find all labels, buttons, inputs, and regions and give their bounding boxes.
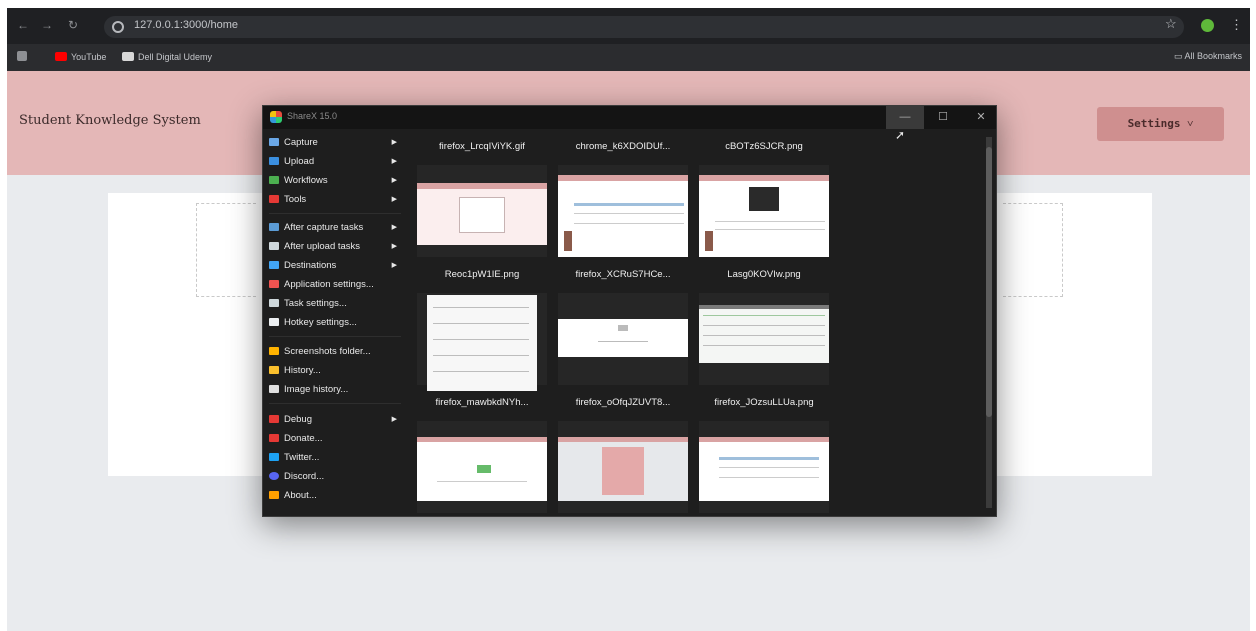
- screen: ← → ↻ 127.0.0.1:3000/home ☆ ⋮ YouTube De…: [7, 8, 1250, 631]
- sharex-title: ShareX 15.0: [287, 111, 338, 121]
- app-brand: Student Knowledge System: [19, 113, 201, 128]
- thumbnail-tile[interactable]: Reoc1pW1IE.png: [415, 263, 549, 391]
- bookmarks-bar: YouTube Dell Digital Udemy ▭ All Bookmar…: [7, 44, 1250, 71]
- thumbnail-image: [417, 421, 547, 513]
- debug-icon: [269, 415, 279, 423]
- back-icon[interactable]: ←: [15, 17, 31, 33]
- menu-item-discord[interactable]: Discord...: [269, 468, 407, 486]
- thumbnail-tile[interactable]: firefox_mawbkdNYh...: [415, 391, 549, 519]
- site-info-icon[interactable]: [112, 21, 124, 33]
- url-text: 127.0.0.1:3000/home: [134, 19, 238, 31]
- menu-separator: [269, 403, 401, 404]
- bookmark-youtube[interactable]: YouTube: [55, 51, 106, 63]
- minimize-button[interactable]: —: [886, 106, 924, 129]
- tools-icon: [269, 195, 279, 203]
- close-button[interactable]: ✕: [962, 106, 1000, 129]
- after-capture-icon: [269, 223, 279, 231]
- menu-item-after-capture-tasks[interactable]: After capture tasks ▶: [269, 219, 407, 237]
- submenu-arrow-icon: ▶: [391, 139, 397, 146]
- submenu-arrow-icon: ▶: [391, 224, 397, 231]
- maximize-button[interactable]: ☐: [924, 106, 962, 129]
- thumbnail-image: [558, 421, 688, 513]
- thumbnail-tile[interactable]: cBOTz6SJCR.png: [697, 135, 831, 263]
- menu-item-task-settings[interactable]: Task settings...: [269, 295, 407, 313]
- about-icon: [269, 491, 279, 499]
- bookmark-dell-udemy[interactable]: Dell Digital Udemy: [122, 51, 212, 63]
- thumbnail-tile[interactable]: firefox_XCRuS7HCe...: [556, 263, 690, 391]
- donate-icon: [269, 434, 279, 442]
- menu-item-about[interactable]: About...: [269, 487, 407, 505]
- upload-icon: [269, 157, 279, 165]
- reload-icon[interactable]: ↻: [65, 17, 81, 33]
- submenu-arrow-icon: ▶: [391, 158, 397, 165]
- thumbnail-tile[interactable]: Lasg0KOVIw.png: [697, 263, 831, 391]
- submenu-arrow-icon: ▶: [391, 177, 397, 184]
- menu-item-destinations[interactable]: Destinations ▶: [269, 257, 407, 275]
- after-upload-icon: [269, 242, 279, 250]
- menu-separator: [269, 213, 401, 214]
- history-icon: [269, 366, 279, 374]
- menu-item-screenshots-folder[interactable]: Screenshots folder...: [269, 343, 407, 361]
- submenu-arrow-icon: ▶: [391, 416, 397, 423]
- hotkey-settings-icon: [269, 318, 279, 326]
- menu-item-twitter[interactable]: Twitter...: [269, 449, 407, 467]
- thumbnail-image: [699, 293, 829, 385]
- thumbnail-tile[interactable]: firefox_oOfqJZUVT8...: [556, 391, 690, 519]
- profile-avatar[interactable]: [1201, 19, 1214, 32]
- folder-icon: ▭: [1173, 51, 1185, 61]
- menu-separator: [269, 336, 401, 337]
- youtube-icon: [55, 52, 67, 61]
- screenshots-folder-icon: [269, 347, 279, 355]
- menu-item-tools[interactable]: Tools ▶: [269, 191, 407, 209]
- vertical-scrollbar[interactable]: [986, 137, 992, 508]
- forward-icon[interactable]: →: [39, 17, 55, 33]
- thumbnail-image: [417, 165, 547, 257]
- all-bookmarks[interactable]: ▭ All Bookmarks: [1174, 51, 1242, 62]
- sharex-window: ShareX 15.0 — ☐ ✕ Capture ▶ Upload ▶ Workf…: [262, 105, 997, 517]
- menu-item-history[interactable]: History...: [269, 362, 407, 380]
- bookmark-star-icon[interactable]: ☆: [1165, 16, 1177, 32]
- menu-item-capture[interactable]: Capture ▶: [269, 134, 407, 152]
- menu-item-application-settings[interactable]: Application settings...: [269, 276, 407, 294]
- destinations-icon: [269, 261, 279, 269]
- sharex-titlebar: ShareX 15.0 — ☐ ✕: [263, 106, 996, 129]
- sharex-logo-icon: [270, 111, 282, 123]
- workflows-icon: [269, 176, 279, 184]
- task-settings-icon: [269, 299, 279, 307]
- menu-item-hotkey-settings[interactable]: Hotkey settings...: [269, 314, 407, 332]
- thumbnail-tile[interactable]: firefox_JOzsuLLUa.png: [697, 391, 831, 519]
- thumbnail-image: [558, 293, 688, 385]
- menu-item-upload[interactable]: Upload ▶: [269, 153, 407, 171]
- dashed-box-left: [196, 203, 256, 297]
- menu-item-image-history[interactable]: Image history...: [269, 381, 407, 399]
- settings-button[interactable]: Settings ˅: [1097, 107, 1224, 141]
- udemy-icon: [122, 52, 134, 61]
- menu-item-workflows[interactable]: Workflows ▶: [269, 172, 407, 190]
- thumbnail-image: [699, 421, 829, 513]
- application-settings-icon: [269, 280, 279, 288]
- thumbnail-image: [417, 293, 547, 391]
- thumbnail-image: [699, 165, 829, 257]
- submenu-arrow-icon: ▶: [391, 196, 397, 203]
- browser-toolbar: ← → ↻ 127.0.0.1:3000/home ☆ ⋮: [7, 8, 1250, 44]
- scrollbar-thumb[interactable]: [986, 147, 992, 417]
- discord-icon: [269, 472, 279, 480]
- menu-item-after-upload-tasks[interactable]: After upload tasks ▶: [269, 238, 407, 256]
- image-history-icon: [269, 385, 279, 393]
- menu-item-donate[interactable]: Donate...: [269, 430, 407, 448]
- menu-item-debug[interactable]: Debug ▶: [269, 411, 407, 429]
- twitter-icon: [269, 453, 279, 461]
- dashed-box-right: [1003, 203, 1063, 297]
- thumbnail-tile[interactable]: firefox_LrcqIViYK.gif: [415, 135, 549, 263]
- thumbnail-tile[interactable]: chrome_k6XDOIDUf...: [556, 135, 690, 263]
- menu-kebab-icon[interactable]: ⋮: [1230, 17, 1243, 33]
- thumbnail-image: [558, 165, 688, 257]
- capture-icon: [269, 138, 279, 146]
- submenu-arrow-icon: ▶: [391, 262, 397, 269]
- submenu-arrow-icon: ▶: [391, 243, 397, 250]
- apps-grid-icon[interactable]: [17, 51, 31, 63]
- sharex-menu: Capture ▶ Upload ▶ Workflows ▶ Tools ▶ After…: [263, 129, 411, 517]
- mouse-cursor-icon: ➚: [895, 128, 906, 142]
- address-bar[interactable]: 127.0.0.1:3000/home: [104, 16, 1184, 38]
